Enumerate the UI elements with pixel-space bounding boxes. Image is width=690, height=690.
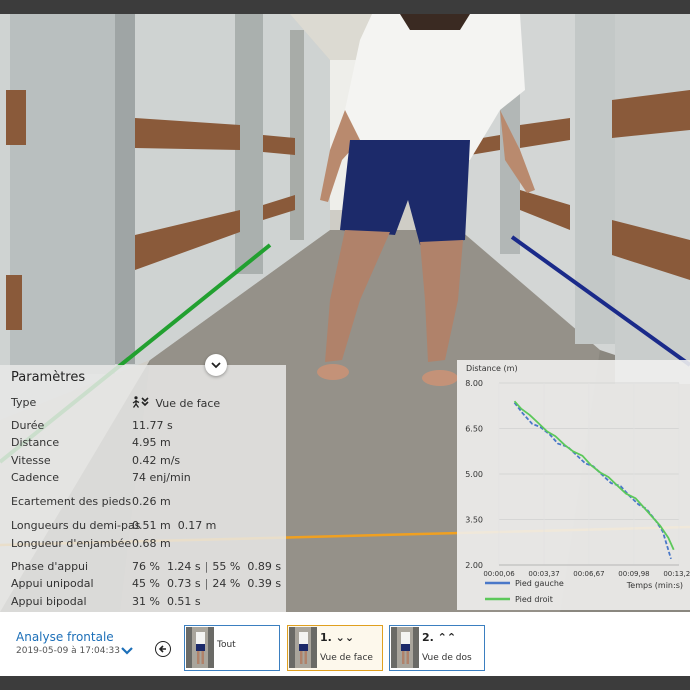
thumbnail-label: Tout xyxy=(217,640,236,650)
param-label: Vitesse xyxy=(11,454,51,467)
param-label: Distance xyxy=(11,436,60,449)
param-value-right: 24 % 0.39 s xyxy=(212,577,282,590)
y-tick-label: 5.00 xyxy=(465,470,483,479)
param-label: Longueur d'enjambée xyxy=(11,537,132,550)
param-label-type: Type xyxy=(11,396,37,409)
legend-label: Pied gauche xyxy=(515,579,564,588)
param-label: Cadence xyxy=(11,471,59,484)
param-value: 0.68 m xyxy=(132,537,171,550)
y-tick-label: 8.00 xyxy=(465,379,483,388)
param-label: Durée xyxy=(11,419,45,432)
param-value: 45 % 0.73 s | 24 % 0.39 s xyxy=(132,577,281,591)
x-tick-label: 00:00,06 xyxy=(483,570,515,578)
y-axis-label: Distance (m) xyxy=(466,364,518,373)
walking-front-icon xyxy=(132,396,149,408)
legend-label: Pied droit xyxy=(515,595,553,604)
thumbnail-label: Vue de dos xyxy=(422,653,472,663)
x-axis-label: Temps (min:s) xyxy=(626,581,683,590)
param-value: 4.95 m xyxy=(132,436,171,449)
param-value-right: 55 % 0.89 s xyxy=(212,560,282,573)
param-value: 31 % 0.51 s xyxy=(132,595,201,608)
x-tick-label: 00:06,67 xyxy=(573,570,604,578)
bottom-bar xyxy=(0,676,690,690)
thumbnail-back-view[interactable]: 2. ⌃⌃ Vue de dos xyxy=(389,625,485,671)
param-label: Phase d'appui xyxy=(11,560,89,573)
parameters-panel: Paramètres Type Vue de face Durée 11.77 … xyxy=(0,365,286,612)
thumbnail-image xyxy=(186,627,214,668)
view-type-text: Vue de face xyxy=(155,397,221,410)
y-tick-label: 3.50 xyxy=(465,516,483,525)
param-value: 76 % 1.24 s | 55 % 0.89 s xyxy=(132,560,281,574)
param-label: Appui unipodal xyxy=(11,577,94,590)
thumbnail-number: 1. ⌄⌄ xyxy=(320,631,355,644)
analysis-date: 2019-05-09 à 17:04:33 xyxy=(16,646,120,656)
x-tick-label: 00:03,37 xyxy=(528,570,559,578)
separator: | xyxy=(204,560,209,573)
param-value-left: 76 % 1.24 s xyxy=(132,560,201,573)
param-value: 0.42 m/s xyxy=(132,454,181,467)
expand-button[interactable] xyxy=(120,640,134,659)
thumbnail-image xyxy=(391,627,419,668)
back-button[interactable] xyxy=(155,641,171,657)
series-line-pied-droit xyxy=(513,400,675,551)
y-tick-label: 6.50 xyxy=(465,425,483,434)
thumbnail-number: 2. ⌃⌃ xyxy=(422,631,457,644)
param-value: 0.26 m xyxy=(132,495,171,508)
series-line-pied-gauche xyxy=(513,402,672,560)
thumbnail-all[interactable]: Tout xyxy=(184,625,280,671)
parameters-title: Paramètres xyxy=(11,370,86,385)
chevron-down-icon xyxy=(211,361,221,368)
param-value: 0.51 m 0.17 m xyxy=(132,519,217,532)
analysis-title[interactable]: Analyse frontale xyxy=(16,630,114,644)
chart-svg: Distance (m) 2.00 3.50 5.00 6.50 8.00 00:00,… xyxy=(465,364,690,604)
y-tick-label: 2.00 xyxy=(465,561,483,570)
thumbnail-front-view[interactable]: 1. ⌄⌄ Vue de face xyxy=(287,625,383,671)
param-value-type: Vue de face xyxy=(132,396,220,410)
thumbnail-label: Vue de face xyxy=(320,653,373,663)
param-label: Longueurs du demi-pas xyxy=(11,519,141,532)
collapse-panel-button[interactable] xyxy=(205,354,227,376)
bottom-toolbar: Analyse frontale 2019-05-09 à 17:04:33 T… xyxy=(0,612,690,676)
top-bar xyxy=(0,0,690,14)
separator: | xyxy=(204,577,209,590)
distance-chart: Distance (m) 2.00 3.50 5.00 6.50 8.00 00:00,… xyxy=(457,360,690,610)
x-tick-label: 00:13,29 xyxy=(663,570,690,578)
arrow-left-icon xyxy=(158,645,166,653)
chevron-down-icon xyxy=(121,647,133,655)
param-label: Ecartement des pieds xyxy=(11,495,132,508)
thumbnail-image xyxy=(289,627,317,668)
x-tick-label: 00:09,98 xyxy=(618,570,649,578)
param-value: 74 enj/min xyxy=(132,471,191,484)
param-value: 11.77 s xyxy=(132,419,173,432)
param-value-left: 45 % 0.73 s xyxy=(132,577,201,590)
param-label: Appui bipodal xyxy=(11,595,87,608)
